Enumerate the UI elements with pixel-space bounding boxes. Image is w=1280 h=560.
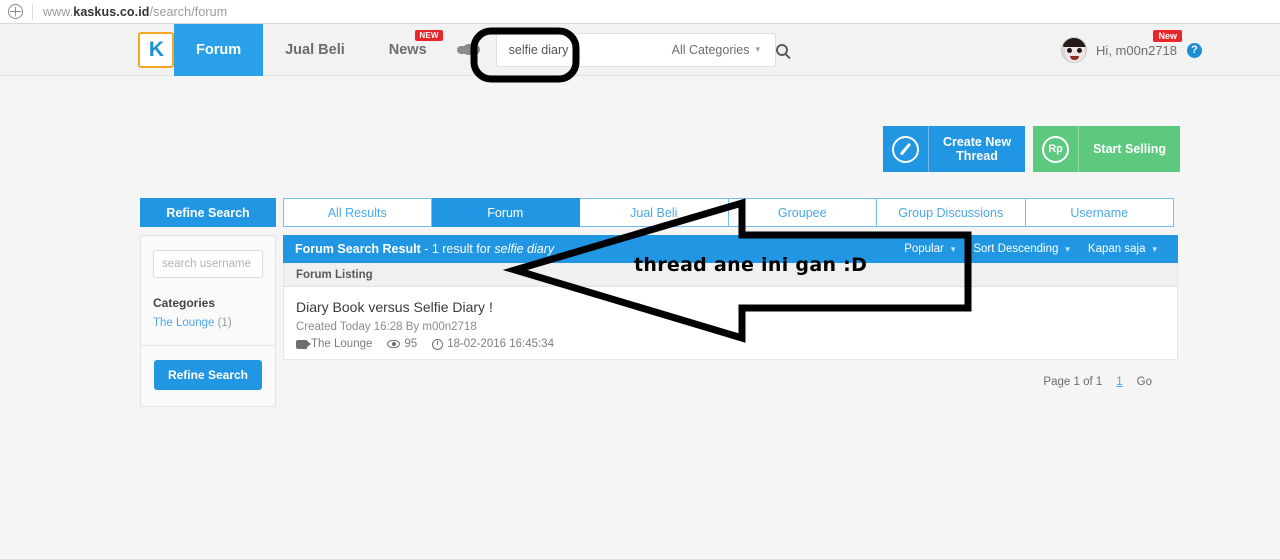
- pagination-page-1[interactable]: 1: [1116, 376, 1122, 388]
- tab-groupee[interactable]: Groupee: [728, 198, 877, 227]
- refine-sidebar: Categories The Lounge (1) Refine Search: [140, 235, 276, 407]
- tab-all-results[interactable]: All Results: [283, 198, 432, 227]
- chevron-down-icon: ▾: [1065, 244, 1070, 254]
- chat-icon-wrapper[interactable]: [449, 44, 496, 55]
- refine-search-button[interactable]: Refine Search: [153, 360, 263, 390]
- refine-search-header: Refine Search: [140, 198, 276, 227]
- chevron-down-icon: ▾: [950, 244, 956, 254]
- arrow-annotation-text: thread ane ini gan :D: [634, 254, 868, 276]
- category-item-the-lounge[interactable]: The Lounge (1): [153, 317, 263, 329]
- create-new-thread-button[interactable]: Create New Thread: [882, 126, 1026, 172]
- sorter-popular[interactable]: Popular ▾: [895, 243, 964, 255]
- browser-url-bar[interactable]: www.kaskus.co.id/search/forum: [0, 0, 1280, 24]
- category-selector[interactable]: All Categories: [672, 43, 756, 57]
- search-username-input[interactable]: [153, 250, 263, 278]
- sorter-kapan-saja[interactable]: Kapan saja ▾: [1079, 243, 1166, 255]
- results-header-rest: - 1 result for: [420, 242, 495, 256]
- chevron-down-icon: ▾: [1152, 244, 1157, 254]
- pencil-icon-wrapper: [883, 126, 929, 172]
- thread-category-group: The Lounge: [296, 338, 372, 350]
- results-header-text: Forum Search Result - 1 result for selfi…: [295, 242, 554, 256]
- eye-icon: [387, 340, 401, 348]
- tag-icon: [296, 339, 311, 349]
- thread-timestamp: 18-02-2016 16:45:34: [447, 338, 554, 350]
- sorter-popular-label: Popular: [904, 243, 944, 255]
- search-content: Refine Search All Results Forum Jual Bel…: [140, 198, 1178, 407]
- url-divider: [32, 3, 33, 20]
- tab-username[interactable]: Username: [1025, 198, 1174, 227]
- thread-title[interactable]: Diary Book versus Selfie Diary !: [296, 299, 1165, 315]
- user-new-badge: New: [1153, 30, 1182, 42]
- chat-bubble-icon: [456, 44, 480, 55]
- results-header-query: selfie diary: [494, 242, 555, 256]
- clock-icon: [432, 338, 444, 350]
- nav-item-jual-beli-label: Jual Beli: [285, 41, 345, 58]
- sidebar-divider: [141, 345, 275, 346]
- url-text: www.kaskus.co.id/search/forum: [43, 5, 227, 19]
- avatar[interactable]: [1061, 37, 1088, 63]
- tab-jual-beli[interactable]: Jual Beli: [580, 198, 729, 227]
- tab-forum[interactable]: Forum: [431, 198, 580, 227]
- user-area[interactable]: Hi, m00n2718 New ?: [1061, 24, 1202, 76]
- tabs-row: Refine Search All Results Forum Jual Bel…: [140, 198, 1178, 227]
- user-greeting: Hi, m00n2718: [1096, 42, 1177, 58]
- search-box[interactable]: All Categories ▾: [495, 32, 788, 67]
- thread-views: 95: [404, 338, 418, 350]
- results-header-title: Forum Search Result: [295, 242, 421, 256]
- search-button[interactable]: [770, 34, 794, 66]
- category-label: The Lounge: [153, 317, 215, 329]
- nav-item-forum-label: Forum: [196, 41, 242, 58]
- start-selling-button[interactable]: Rp Start Selling: [1033, 126, 1180, 172]
- thread-subtitle: Created Today 16:28 By m00n2718: [296, 321, 477, 333]
- url-prefix: www.: [43, 4, 74, 19]
- create-new-thread-label: Create New Thread: [942, 135, 1012, 163]
- news-new-badge: NEW: [415, 29, 443, 41]
- chevron-down-icon[interactable]: ▾: [755, 44, 770, 55]
- thread-category: The Lounge: [311, 338, 373, 350]
- top-navigation: K Forum Jual Beli NEW News All Categorie…: [0, 23, 1280, 76]
- pagination: Page 1 of 1 1 Go: [283, 376, 1178, 388]
- result-tabs: All Results Forum Jual Beli Groupee Grou…: [283, 198, 1174, 227]
- kaskus-logo[interactable]: K: [138, 31, 174, 68]
- pencil-icon: [891, 135, 919, 163]
- globe-icon: [8, 4, 23, 19]
- sorter-kapan-saja-label: Kapan saja: [1087, 243, 1146, 255]
- sorter-sort-descending-label: Sort Descending: [973, 243, 1059, 255]
- nav-inner: K Forum Jual Beli NEW News All Categorie…: [138, 23, 788, 76]
- nav-item-forum[interactable]: Forum: [174, 23, 264, 76]
- cta-row: Create New Thread Rp Start Selling: [882, 126, 1180, 172]
- thread-meta: The Lounge 95 18-02-2016 16:45:34: [296, 338, 1165, 350]
- thread-time-group: 18-02-2016 16:45:34: [432, 338, 554, 350]
- results-sorters: Popular ▾ Sort Descending ▾ Kapan saja ▾: [895, 243, 1166, 255]
- avatar-hair: [1063, 38, 1087, 47]
- table-row[interactable]: Diary Book versus Selfie Diary ! Created…: [283, 287, 1178, 360]
- sorter-sort-descending[interactable]: Sort Descending ▾: [964, 243, 1079, 255]
- nav-item-news[interactable]: NEW News: [367, 24, 449, 76]
- tab-group-discussions[interactable]: Group Discussions: [877, 198, 1026, 227]
- rupiah-icon-wrapper: Rp: [1033, 126, 1080, 172]
- nav-item-news-label: News: [388, 41, 427, 58]
- url-domain: kaskus.co.id: [73, 4, 150, 19]
- thread-views-group: 95: [387, 338, 417, 350]
- search-icon: [776, 43, 788, 56]
- search-input[interactable]: [496, 33, 672, 66]
- logo-text: K: [148, 38, 164, 61]
- page-body: K Forum Jual Beli NEW News All Categorie…: [0, 23, 1280, 560]
- nav-item-jual-beli[interactable]: Jual Beli: [263, 24, 367, 76]
- rupiah-icon: Rp: [1042, 135, 1070, 163]
- pagination-label: Page 1 of 1: [1043, 376, 1103, 388]
- start-selling-label: Start Selling: [1093, 142, 1166, 156]
- pagination-go-button[interactable]: Go: [1137, 376, 1152, 388]
- categories-title: Categories: [153, 296, 216, 310]
- help-icon[interactable]: ?: [1187, 42, 1202, 58]
- category-count: (1): [217, 317, 232, 329]
- url-path: /search/forum: [149, 4, 228, 19]
